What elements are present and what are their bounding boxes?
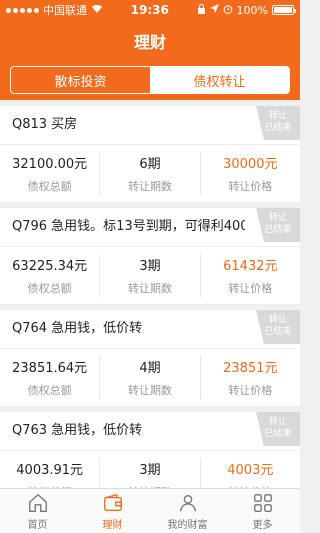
periods-value: 3期 bbox=[139, 259, 161, 274]
transfer-list: Q813 买房 转让 已结束 32100.00元 债权总额 6期 转让期数 30000… bbox=[0, 100, 300, 488]
status-badge: 转让 已结束 bbox=[256, 106, 300, 140]
item-title: Q796 急用钱。标13号到期，可得利4000... bbox=[12, 219, 245, 234]
tab-scattered-investment[interactable]: 散标投资 bbox=[11, 67, 150, 93]
stat-periods: 4期转让期数 bbox=[100, 356, 201, 399]
total-label: 债权总额 bbox=[27, 282, 72, 295]
stat-periods: 6期转让期数 bbox=[100, 152, 201, 195]
alarm-icon bbox=[223, 4, 233, 17]
total-label: 债权总额 bbox=[27, 384, 72, 397]
battery-icon bbox=[272, 5, 296, 15]
list-item[interactable]: Q813 买房 转让已结束 32100.00元 债权总额 6期转让期数 30000… bbox=[0, 106, 300, 202]
total-value: 32100.00元 bbox=[12, 157, 88, 172]
item-stats: 63225.34元 债权总额 3期转让期数 61432元 转让价格 bbox=[0, 247, 300, 304]
periods-label: 转让期数 bbox=[127, 282, 172, 295]
badge-line-2: 已结束 bbox=[264, 327, 292, 337]
status-right: 100% bbox=[197, 3, 296, 17]
status-badge: 转让 已结束 bbox=[256, 208, 300, 242]
badge-line-2: 已结束 bbox=[264, 123, 292, 133]
badge-line-1: 转让 bbox=[268, 111, 287, 121]
carrier-label: 中国联通 bbox=[43, 4, 87, 17]
price-value: 61432元 bbox=[223, 259, 278, 274]
item-stats: 32100.00元 债权总额 6期转让期数 30000元 转让价格 bbox=[0, 145, 300, 202]
item-title: Q813 买房 bbox=[12, 117, 78, 132]
wallet-icon bbox=[103, 493, 122, 511]
segment-control: 散标投资 债权转让 bbox=[10, 66, 290, 94]
price-value: 4003元 bbox=[227, 463, 274, 478]
periods-label: 转让期数 bbox=[127, 180, 172, 193]
lock-icon bbox=[197, 3, 206, 17]
battery-percent: 100% bbox=[236, 3, 268, 17]
total-value: 4003.91元 bbox=[16, 463, 84, 478]
item-stats: 4003.91元债权总额 3期转让期数 4003元转让价格 bbox=[0, 451, 300, 488]
stat-price: 61432元 转让价格 bbox=[201, 254, 300, 297]
tab-finance-label: 理财 bbox=[102, 519, 123, 531]
tab-more[interactable]: 更多 bbox=[225, 489, 300, 533]
tab-my-wealth-label: 我的财富 bbox=[167, 519, 208, 531]
stat-price: 4003元转让价格 bbox=[201, 458, 300, 488]
stat-periods: 3期转让期数 bbox=[100, 254, 201, 297]
stat-total: 23851.64元 债权总额 bbox=[0, 356, 101, 399]
tab-finance[interactable]: 理财 bbox=[75, 489, 150, 533]
periods-value: 4期 bbox=[139, 361, 161, 376]
list-item[interactable]: Q796 急用钱。标13号到期，可得利4000... 转让已结束 63225.3… bbox=[0, 208, 300, 304]
home-icon bbox=[28, 493, 47, 512]
tab-bar: 首页 理财 我的财富 更多 bbox=[0, 488, 300, 533]
price-label: 转让价格 bbox=[228, 282, 273, 295]
list-item[interactable]: Q764 急用钱，低价转 转让已结束 23851.64元 债权总额 4期转让期数 … bbox=[0, 310, 300, 406]
stat-total: 63225.34元 债权总额 bbox=[0, 254, 101, 297]
tab-my-wealth[interactable]: 我的财富 bbox=[150, 489, 225, 533]
item-title: Q763 急用钱，低价转 bbox=[12, 423, 143, 438]
stat-price: 30000元 转让价格 bbox=[201, 152, 300, 195]
price-value: 30000元 bbox=[223, 157, 278, 172]
stat-total: 4003.91元债权总额 bbox=[0, 458, 101, 488]
stat-total: 32100.00元 债权总额 bbox=[0, 152, 101, 195]
total-value: 63225.34元 bbox=[12, 259, 88, 274]
price-label: 转让价格 bbox=[228, 384, 273, 397]
item-title: Q764 急用钱，低价转 bbox=[12, 321, 143, 336]
tab-home-label: 首页 bbox=[27, 519, 48, 531]
header: 中国联通 19:36 100% 理财 散标投资 债权转让 bbox=[0, 0, 300, 100]
badge-line-1: 转让 bbox=[268, 315, 287, 325]
stat-price: 23851元 转让价格 bbox=[201, 356, 300, 399]
status-left: 中国联通 bbox=[6, 2, 103, 18]
location-icon bbox=[209, 3, 219, 17]
periods-label: 转让期数 bbox=[127, 384, 172, 397]
periods-value: 6期 bbox=[139, 157, 161, 172]
total-value: 23851.64元 bbox=[12, 361, 88, 376]
price-value: 23851元 bbox=[223, 361, 278, 376]
total-label: 债权总额 bbox=[27, 180, 72, 193]
status-time: 19:36 bbox=[130, 3, 169, 17]
item-stats: 23851.64元 债权总额 4期转让期数 23851元 转让价格 bbox=[0, 349, 300, 406]
badge-line-2: 已结束 bbox=[264, 225, 292, 235]
status-badge: 转让 已结束 bbox=[256, 412, 300, 446]
list-item[interactable]: Q763 急用钱，低价转 转让已结束 4003.91元债权总额 3期转让期数 4… bbox=[0, 412, 300, 488]
badge-line-2: 已结束 bbox=[264, 429, 292, 439]
stat-periods: 3期转让期数 bbox=[100, 458, 201, 488]
wifi-icon bbox=[91, 4, 103, 17]
badge-line-1: 转让 bbox=[268, 417, 287, 427]
badge-line-1: 转让 bbox=[268, 213, 287, 223]
grid-icon bbox=[253, 493, 272, 512]
signal-icon bbox=[6, 7, 39, 13]
status-badge: 转让 已结束 bbox=[256, 310, 300, 344]
user-icon bbox=[179, 494, 196, 511]
status-bar: 中国联通 19:36 100% bbox=[0, 0, 300, 20]
nav-title: 理财 bbox=[133, 33, 166, 52]
periods-value: 3期 bbox=[139, 463, 161, 478]
price-label: 转让价格 bbox=[228, 180, 273, 193]
tab-debt-transfer[interactable]: 债权转让 bbox=[150, 67, 289, 93]
tab-home[interactable]: 首页 bbox=[0, 489, 75, 533]
tab-more-label: 更多 bbox=[252, 519, 273, 531]
